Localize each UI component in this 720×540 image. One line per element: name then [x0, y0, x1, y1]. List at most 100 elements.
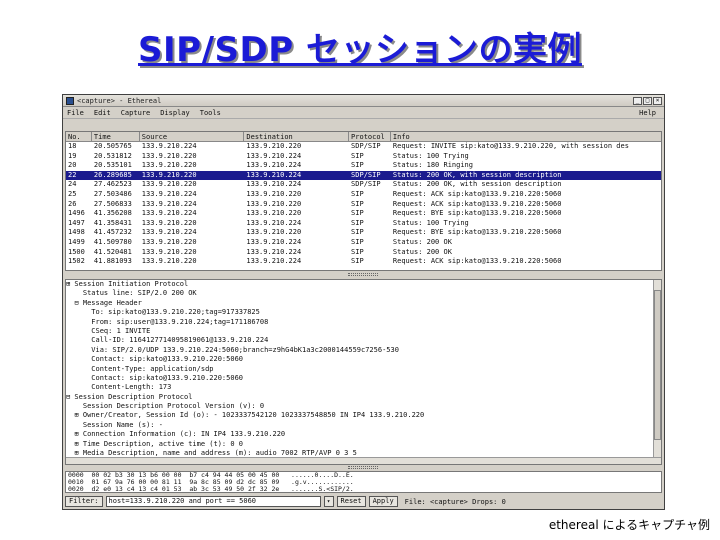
pane-splitter-top[interactable]: [65, 272, 662, 278]
tree-node[interactable]: To: sip:kato@133.9.210.220;tag=917337825: [66, 308, 661, 317]
reset-button[interactable]: Reset: [336, 496, 366, 507]
packet-cell-info: Request: INVITE sip:kato@133.9.210.220, …: [392, 142, 629, 150]
tree-node[interactable]: Via: SIP/2.0/UDP 133.9.210.224:5060;bran…: [66, 346, 661, 355]
packet-cell-time: 20.535101: [93, 161, 132, 170]
tree-node[interactable]: Status line: SIP/2.0 200 OK: [66, 289, 661, 298]
tree-node[interactable]: CSeq: 1 INVITE: [66, 327, 661, 336]
packet-cell-no: 22: [68, 170, 77, 179]
tree-node[interactable]: Content-Length: 173: [66, 383, 661, 392]
packet-cell-src: 133.9.210.220: [141, 218, 197, 227]
packet-cell-no: 1497: [68, 218, 85, 227]
packet-cell-proto: SIP: [351, 228, 364, 237]
packet-cell-no: 1496: [68, 209, 85, 218]
column-header-protocol[interactable]: Protocol: [349, 132, 391, 141]
packet-row[interactable]: 1502 41.881093 133.9.210.220 133.9.210.224 S…: [66, 257, 661, 267]
packet-list[interactable]: No. Time Source Destination Protocol Inf…: [65, 131, 662, 271]
packet-cell-time: 27.503486: [93, 189, 132, 198]
tree-node[interactable]: Contact: sip:kato@133.9.210.220:5060: [66, 355, 661, 364]
packet-cell-info: Request: BYE sip:kato@133.9.210.220:5060: [392, 228, 562, 237]
packet-cell-proto: SDP/SIP: [351, 180, 381, 189]
packet-cell-src: 133.9.210.224: [141, 142, 197, 150]
tree-node[interactable]: ⊞ Time Description, active time (t): 0 0: [66, 440, 661, 449]
window-titlebar: <capture> - Ethereal _ □ ×: [63, 95, 664, 107]
tree-node[interactable]: Call-ID: 1164127714095819061@133.9.210.2…: [66, 336, 661, 345]
packet-cell-src: 133.9.210.224: [141, 228, 197, 237]
tree-node[interactable]: Session Description Protocol Version (v)…: [66, 402, 661, 411]
menu-help[interactable]: Help: [639, 109, 656, 117]
packet-cell-proto: SIP: [351, 161, 364, 170]
packet-cell-time: 20.505765: [93, 142, 132, 150]
menu-file[interactable]: File: [67, 109, 84, 117]
packet-row[interactable]: 22 26.289685 133.9.210.220 133.9.210.224 SDP…: [66, 170, 661, 181]
packet-cell-info: Status: 200 OK: [392, 237, 452, 246]
packet-row[interactable]: 20 20.535101 133.9.210.220 133.9.210.224 SIP…: [66, 161, 661, 171]
packet-row[interactable]: 24 27.462523 133.9.210.220 133.9.210.224 SDP…: [66, 180, 661, 190]
packet-cell-dst: 133.9.210.224: [246, 180, 302, 189]
ethereal-window: <capture> - Ethereal _ □ × File Edit Cap…: [62, 94, 665, 510]
packet-detail-tree[interactable]: ⊞ Session Initiation Protocol Status lin…: [65, 279, 662, 465]
detail-vertical-scrollbar[interactable]: [653, 280, 661, 464]
tree-node[interactable]: From: sip:user@133.9.210.224;tag=1711867…: [66, 318, 661, 327]
packet-cell-proto: SIP: [351, 189, 364, 198]
tree-node[interactable]: Session Name (s): -: [66, 421, 661, 430]
apply-button[interactable]: Apply: [368, 496, 398, 507]
tree-node[interactable]: ⊟ Message Header: [66, 299, 661, 308]
packet-row[interactable]: 1500 41.520481 133.9.210.220 133.9.210.224 S…: [66, 248, 661, 258]
filter-button[interactable]: Filter:: [65, 496, 103, 507]
packet-cell-time: 41.358431: [93, 218, 132, 227]
packet-cell-time: 27.506833: [93, 199, 132, 208]
packet-cell-dst: 133.9.210.224: [246, 257, 302, 266]
packet-cell-dst: 133.9.210.220: [246, 228, 302, 237]
filter-input[interactable]: host=133.9.210.220 and port == 5060: [105, 496, 321, 507]
slide-caption: ethereal によるキャプチャ例: [548, 518, 710, 532]
packet-cell-src: 133.9.210.220: [141, 151, 197, 160]
packet-row[interactable]: 1497 41.358431 133.9.210.220 133.9.210.224 S…: [66, 219, 661, 229]
column-header-no[interactable]: No.: [66, 132, 92, 141]
hex-line: 0020 d2 e0 13 c4 13 c4 01 53 ab 3c 53 49…: [68, 485, 354, 493]
packet-cell-no: 20: [68, 161, 77, 170]
packet-cell-info: Request: ACK sip:kato@133.9.210.220:5060: [392, 189, 562, 198]
packet-cell-no: 1500: [68, 247, 85, 256]
tree-node[interactable]: Contact: sip:kato@133.9.210.220:5060: [66, 374, 661, 383]
packet-cell-src: 133.9.210.220: [141, 257, 197, 266]
maximize-icon[interactable]: □: [643, 96, 652, 105]
packet-cell-info: Status: 100 Trying: [392, 151, 469, 160]
hex-dump-pane[interactable]: 0000 00 02 b3 30 13 b6 00 00 b7 c4 94 44…: [65, 471, 662, 493]
tree-node[interactable]: Content-Type: application/sdp: [66, 365, 661, 374]
close-icon[interactable]: ×: [653, 96, 662, 105]
packet-cell-time: 27.462523: [93, 180, 132, 189]
packet-row[interactable]: 25 27.503486 133.9.210.224 133.9.210.220 SIP…: [66, 190, 661, 200]
packet-cell-no: 19: [68, 151, 77, 160]
tree-node[interactable]: ⊟ Session Description Protocol: [66, 393, 661, 402]
minimize-icon[interactable]: _: [633, 96, 642, 105]
packet-row[interactable]: 19 20.531812 133.9.210.220 133.9.210.224 SIP…: [66, 152, 661, 162]
detail-horizontal-scrollbar[interactable]: [66, 457, 661, 464]
packet-row[interactable]: 1499 41.509780 133.9.210.220 133.9.210.224 S…: [66, 238, 661, 248]
packet-list-header: No. Time Source Destination Protocol Inf…: [66, 132, 661, 142]
tree-node[interactable]: ⊞ Owner/Creator, Session Id (o): - 10233…: [66, 411, 661, 420]
tree-node[interactable]: ⊞ Connection Information (c): IN IP4 133…: [66, 430, 661, 439]
filter-dropdown-icon[interactable]: ▾: [323, 496, 334, 507]
packet-cell-dst: 133.9.210.220: [246, 142, 302, 150]
packet-cell-info: Status: 200 OK, with session description: [392, 170, 562, 179]
packet-cell-info: Request: ACK sip:kato@133.9.210.220:5060: [392, 257, 562, 266]
packet-row[interactable]: 1496 41.356208 133.9.210.224 133.9.210.220 S…: [66, 209, 661, 219]
column-header-destination[interactable]: Destination: [244, 132, 350, 141]
packet-row[interactable]: 1498 41.457232 133.9.210.224 133.9.210.220 S…: [66, 228, 661, 238]
menu-tools[interactable]: Tools: [200, 109, 221, 117]
packet-row[interactable]: 26 27.506833 133.9.210.224 133.9.210.220 SIP…: [66, 200, 661, 210]
menu-capture[interactable]: Capture: [121, 109, 151, 117]
column-header-source[interactable]: Source: [140, 132, 245, 141]
packet-cell-src: 133.9.210.220: [141, 237, 197, 246]
packet-cell-no: 1498: [68, 228, 85, 237]
packet-row[interactable]: 18 20.505765 133.9.210.224 133.9.210.220 SDP…: [66, 142, 661, 152]
menu-edit[interactable]: Edit: [94, 109, 111, 117]
column-header-time[interactable]: Time: [92, 132, 140, 141]
tree-node[interactable]: ⊞ Session Initiation Protocol: [66, 280, 661, 289]
menu-display[interactable]: Display: [160, 109, 190, 117]
packet-cell-dst: 133.9.210.224: [246, 247, 302, 256]
column-header-info[interactable]: Info: [391, 132, 661, 141]
packet-cell-dst: 133.9.210.224: [246, 237, 302, 246]
packet-cell-dst: 133.9.210.224: [246, 151, 302, 160]
slide-title: SIP/SDP セッションの実例: [138, 30, 582, 70]
